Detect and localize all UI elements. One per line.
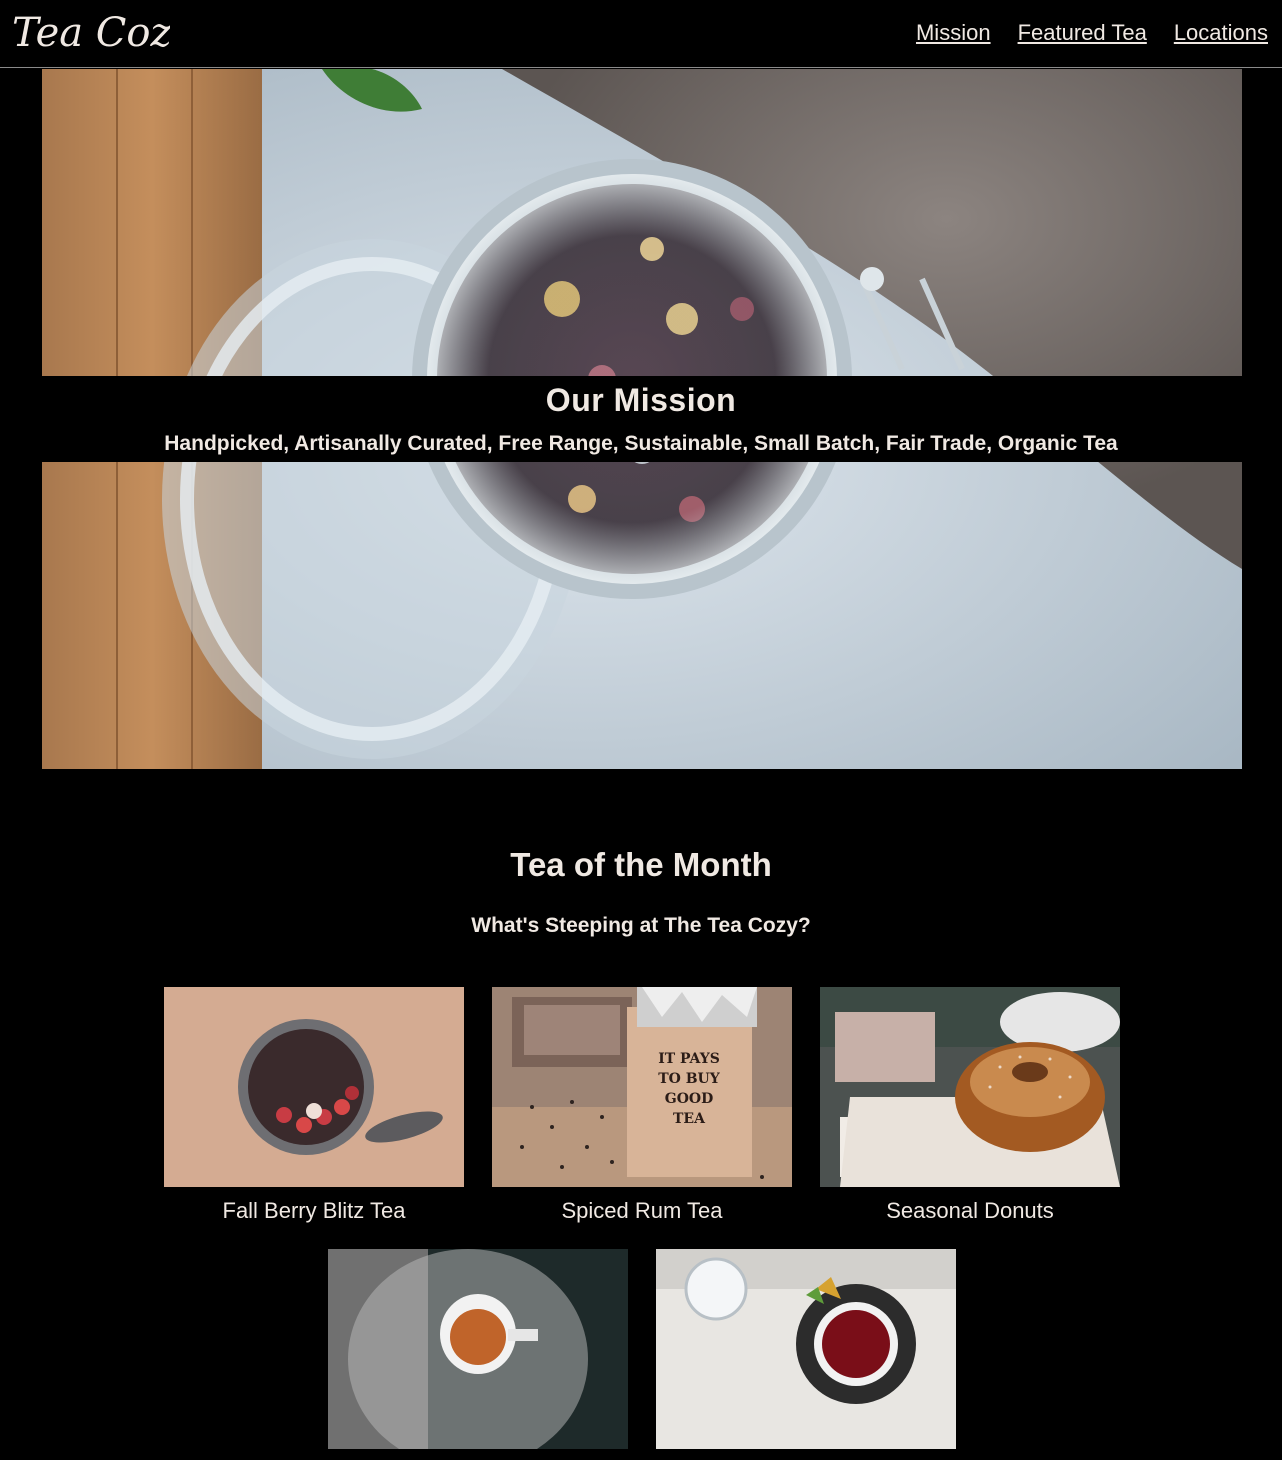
nav-link-mission[interactable]: Mission bbox=[916, 20, 991, 46]
tea-card-seasonal-donuts[interactable]: Seasonal Donuts bbox=[820, 987, 1120, 1224]
site-header: Tea Cozy Mission Featured Tea Locations bbox=[0, 0, 1282, 68]
mission-banner: Our Mission Handpicked, Artisanally Cura… bbox=[0, 376, 1282, 462]
nav-link-featured-tea[interactable]: Featured Tea bbox=[1018, 20, 1147, 46]
box-sign-line-3: GOOD bbox=[665, 1091, 714, 1107]
seasonal-donuts-image bbox=[820, 987, 1120, 1187]
nav-link-locations[interactable]: Locations bbox=[1174, 20, 1268, 46]
tea-cozy-logo[interactable]: Tea Cozy bbox=[10, 4, 170, 62]
fall-berry-caption: Fall Berry Blitz Tea bbox=[222, 1198, 406, 1223]
mission-title: Our Mission bbox=[545, 382, 737, 418]
tea-card-fall-berry[interactable]: Fall Berry Blitz Tea bbox=[164, 987, 464, 1224]
tea-card-4-image bbox=[328, 1249, 628, 1449]
box-sign-line-2: TO BUY bbox=[658, 1071, 721, 1087]
spiced-rum-caption: Spiced Rum Tea bbox=[561, 1198, 723, 1223]
mission-subtitle: Handpicked, Artisanally Curated, Free Ra… bbox=[164, 432, 1118, 455]
box-sign-line-4: TEA bbox=[673, 1111, 706, 1127]
seasonal-donuts-caption: Seasonal Donuts bbox=[886, 1198, 1054, 1223]
fall-berry-image bbox=[164, 987, 464, 1187]
tea-of-month-subtitle: What's Steeping at The Tea Cozy? bbox=[471, 914, 811, 937]
spiced-rum-image: IT PAYS TO BUY GOOD TEA bbox=[492, 987, 792, 1187]
tea-card-spiced-rum[interactable]: IT PAYS TO BUY GOOD TEA Spiced Rum Tea bbox=[492, 987, 792, 1224]
tea-of-month-title: Tea of the Month bbox=[510, 846, 772, 883]
main-nav: Mission Featured Tea Locations bbox=[916, 20, 1268, 46]
tea-card-5-image bbox=[656, 1249, 956, 1449]
svg-text:Tea Cozy: Tea Cozy bbox=[12, 10, 170, 56]
box-sign-line-1: IT PAYS bbox=[658, 1051, 720, 1067]
